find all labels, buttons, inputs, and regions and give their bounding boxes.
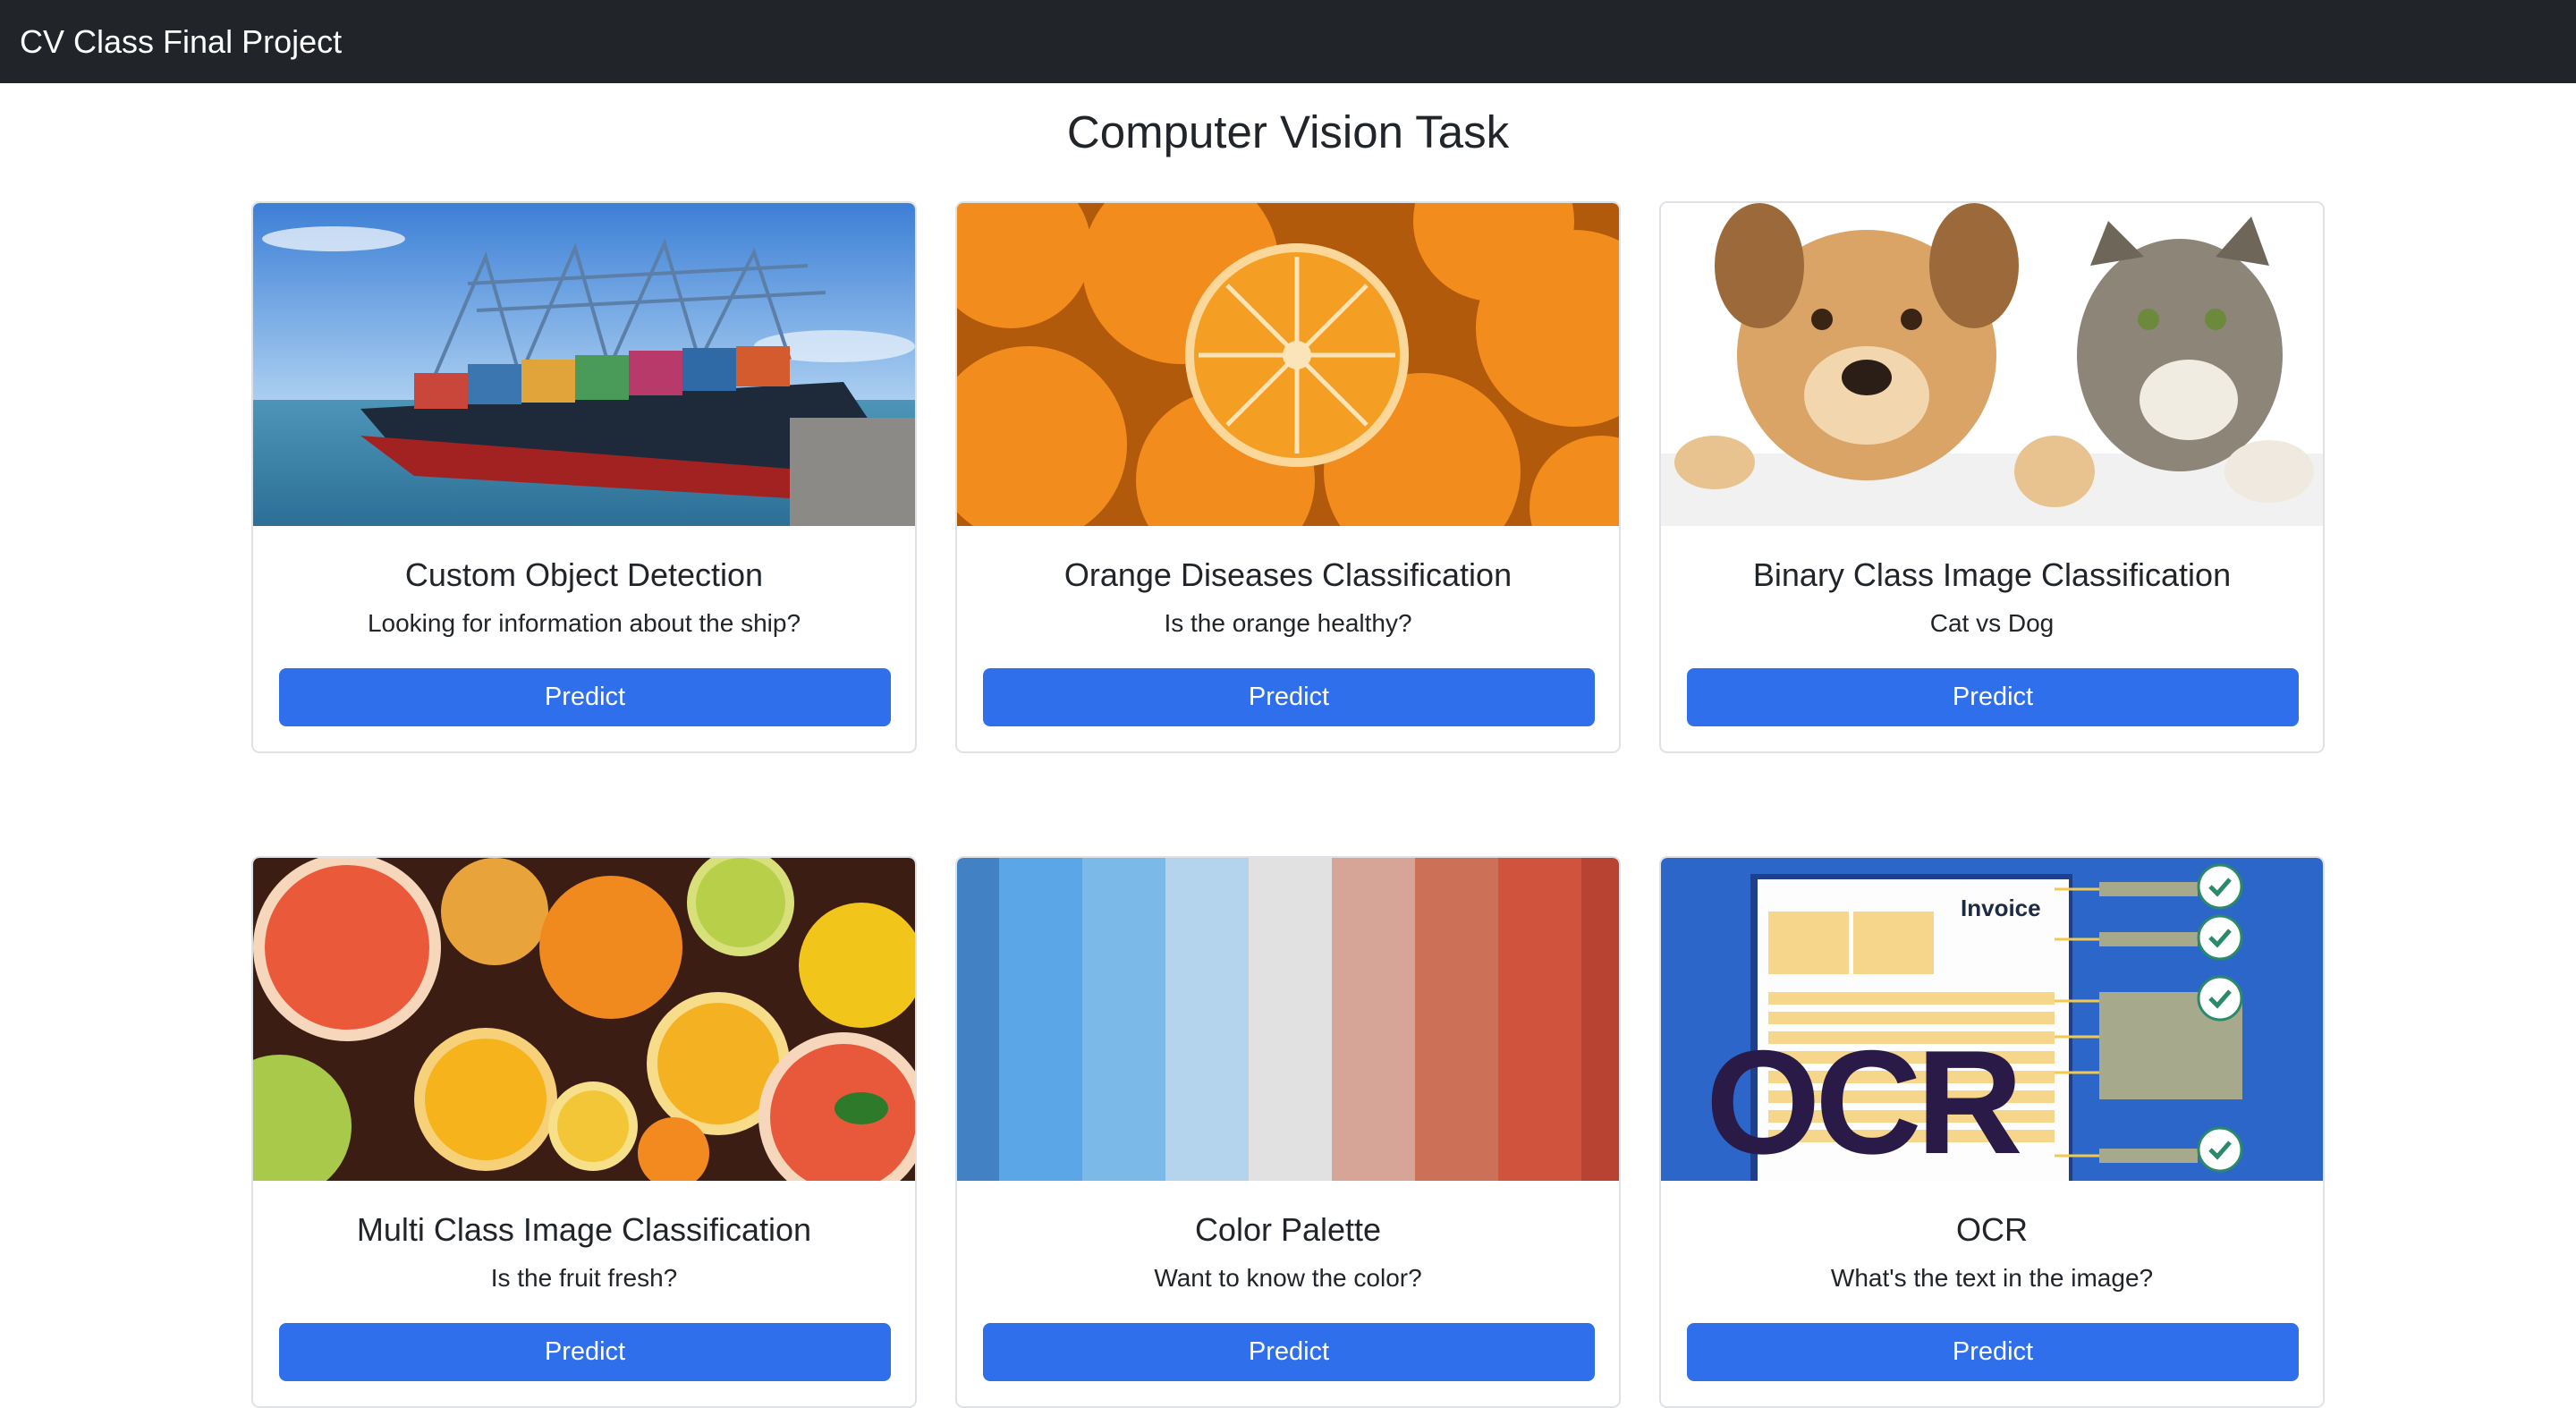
- palette-stripe: [1415, 858, 1498, 1181]
- card-title: Multi Class Image Classification: [356, 1211, 812, 1248]
- page-title: Computer Vision Task: [1066, 106, 1510, 157]
- dog-and-cat-image: [1661, 203, 2323, 526]
- card-binary-classification: Binary Class Image Classification Cat vs…: [1659, 201, 2325, 753]
- card-multi-class-classification: Multi Class Image Classification Is the …: [251, 856, 917, 1408]
- card-title: Orange Diseases Classification: [1063, 556, 1513, 593]
- cargo-ship-image: [253, 203, 915, 526]
- ocr-logo-text: OCR: [1706, 1020, 2021, 1181]
- card-text: What's the text in the image?: [1830, 1264, 2154, 1292]
- task-card-grid: Custom Object Detection Looking for info…: [251, 201, 2326, 1408]
- palette-stripe: [1581, 858, 1619, 1181]
- predict-button-binary-classification[interactable]: Predict: [1687, 668, 2299, 726]
- predict-button-multi-class-classification[interactable]: Predict: [279, 1323, 891, 1381]
- card-ocr: Invoice OCR OCR What's the text in the i…: [1659, 856, 2325, 1408]
- card-text: Cat vs Dog: [1929, 609, 2055, 637]
- palette-stripe: [1249, 858, 1332, 1181]
- top-navbar: CV Class Final Project: [0, 0, 2576, 83]
- card-text: Is the orange healthy?: [1164, 609, 1412, 637]
- navbar-brand[interactable]: CV Class Final Project: [20, 23, 342, 61]
- palette-stripe: [999, 858, 1082, 1181]
- oranges-image: [957, 203, 1619, 526]
- palette-stripe: [1498, 858, 1581, 1181]
- ocr-invoice-image: Invoice OCR: [1661, 858, 2323, 1181]
- card-text: Is the fruit fresh?: [490, 1264, 678, 1292]
- predict-button-orange-diseases[interactable]: Predict: [983, 668, 1595, 726]
- card-title: OCR: [1956, 1211, 2028, 1248]
- palette-stripe: [957, 858, 999, 1181]
- card-title: Custom Object Detection: [404, 556, 764, 593]
- predict-button-object-detection[interactable]: Predict: [279, 668, 891, 726]
- card-color-palette: Color Palette Want to know the color? Pr…: [955, 856, 1621, 1408]
- card-text: Looking for information about the ship?: [367, 609, 801, 637]
- card-title: Color Palette: [1194, 1211, 1382, 1248]
- palette-stripe: [1082, 858, 1165, 1181]
- predict-button-color-palette[interactable]: Predict: [983, 1323, 1595, 1381]
- color-stripes-image: [957, 858, 1619, 1181]
- predict-button-ocr[interactable]: Predict: [1687, 1323, 2299, 1381]
- palette-stripe: [1332, 858, 1415, 1181]
- card-text: Want to know the color?: [1154, 1264, 1422, 1292]
- invoice-label: Invoice: [1961, 895, 2041, 921]
- palette-stripe: [1165, 858, 1249, 1181]
- citrus-fruits-image: [253, 858, 915, 1181]
- card-object-detection: Custom Object Detection Looking for info…: [251, 201, 917, 753]
- card-orange-diseases: Orange Diseases Classification Is the or…: [955, 201, 1621, 753]
- card-title: Binary Class Image Classification: [1752, 556, 2232, 593]
